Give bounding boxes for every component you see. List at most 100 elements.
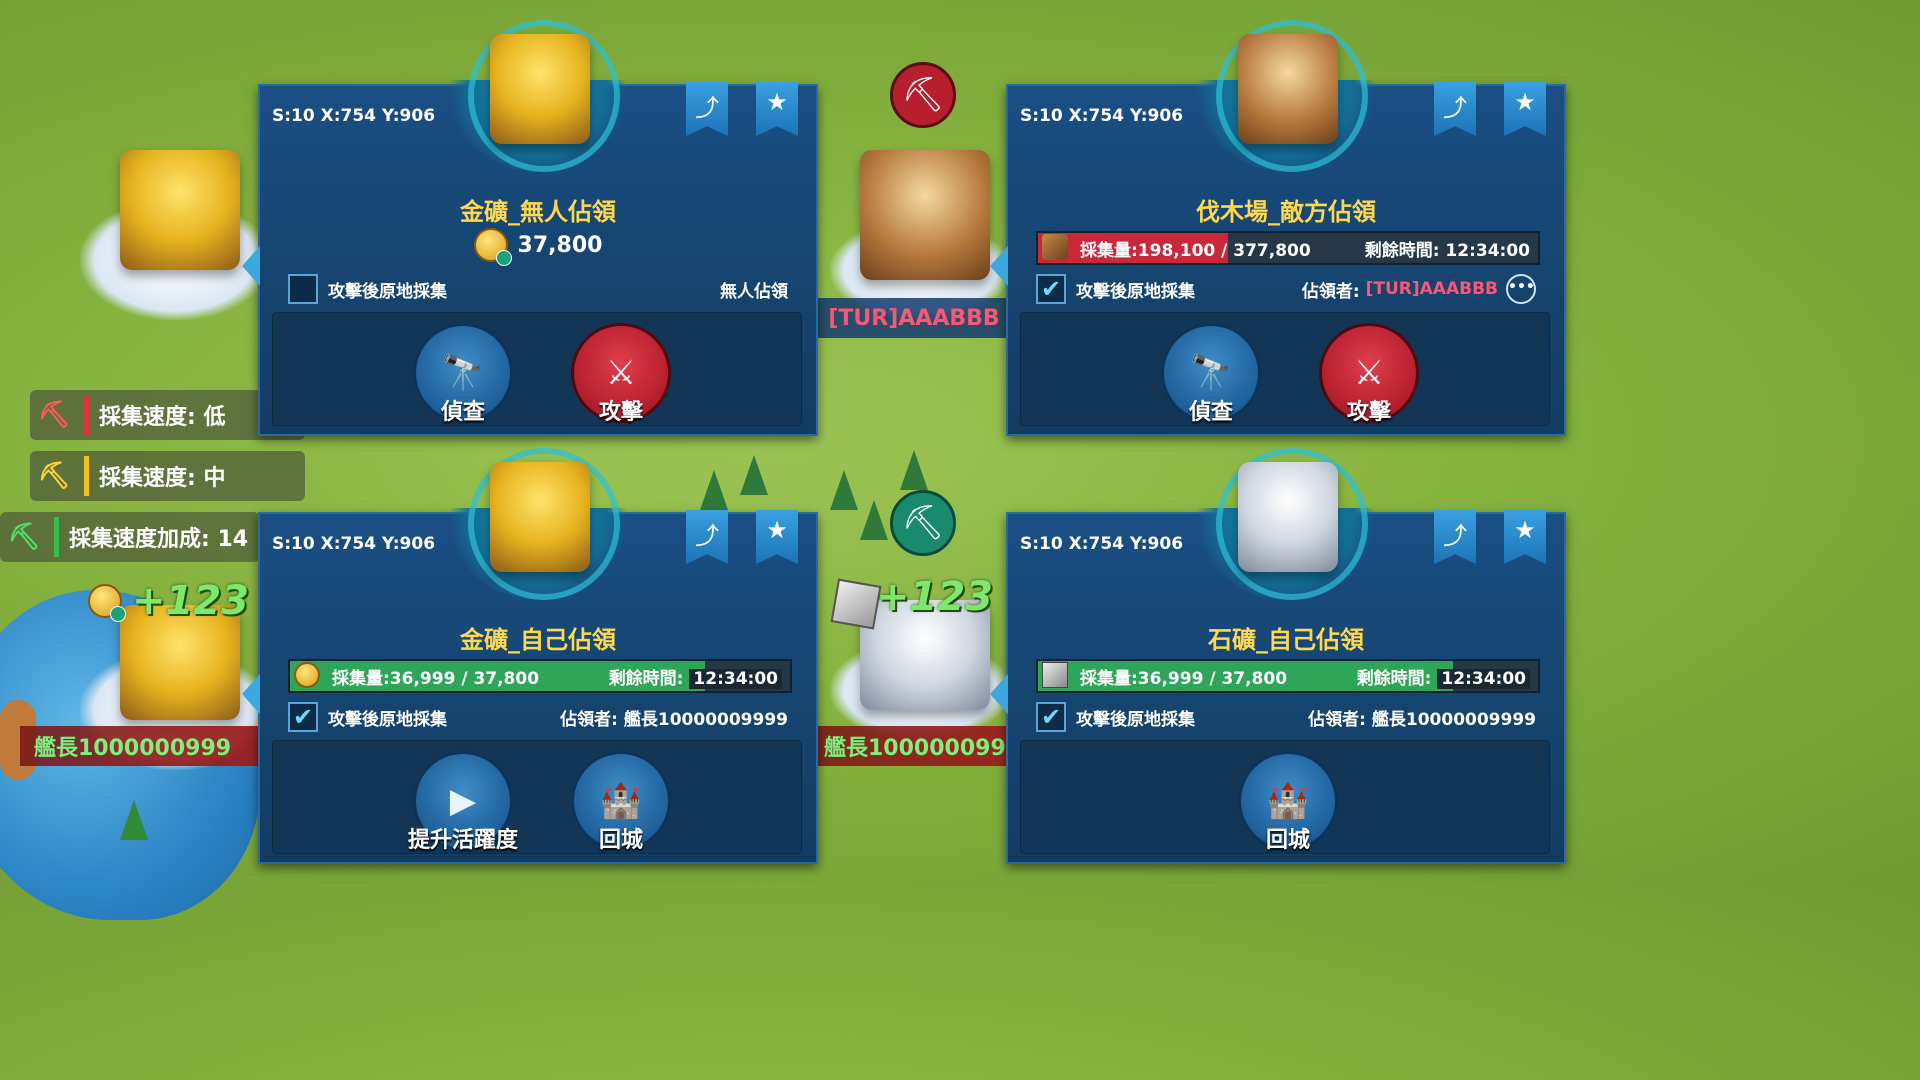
- share-button[interactable]: ⤴: [686, 510, 728, 564]
- speed-tag-label: 採集速度: 中: [99, 466, 226, 491]
- action-bar: ▶ 提升活躍度 🏰 回城: [272, 740, 802, 854]
- star-icon: ★: [766, 516, 788, 544]
- speed-tag-bonus: ⛏ 採集速度加成: 14: [0, 512, 260, 562]
- occupier-info: 佔領者: [TUR]AAABBB •••: [1302, 274, 1536, 304]
- player-name-banner[interactable]: 艦長1000000999: [814, 726, 1024, 766]
- pickaxe-up-icon: ⛏: [7, 522, 41, 552]
- occupier-label: 佔領者:: [560, 709, 618, 730]
- more-options-icon[interactable]: •••: [1506, 274, 1536, 304]
- resource-amount: 37,800: [517, 232, 603, 258]
- button-label: 攻擊: [598, 400, 643, 425]
- action-bar: 🏰 回城: [1020, 740, 1550, 854]
- star-icon: ★: [1514, 88, 1536, 116]
- remaining-time: 剩餘時間: 12:34:00: [609, 664, 782, 689]
- coordinates[interactable]: S:10 X:754 Y:906: [272, 534, 435, 554]
- bookmark-button[interactable]: ★: [756, 510, 798, 564]
- occupier-name[interactable]: 艦長10000009999: [624, 705, 788, 730]
- player-name-banner[interactable]: 艦長1000000999: [20, 726, 274, 766]
- occupier-info: 佔領者: 艦長10000009999: [1308, 705, 1536, 730]
- star-icon: ★: [766, 88, 788, 116]
- pickaxe-green-icon[interactable]: ⛏: [890, 490, 956, 556]
- gain-indicator: +123: [88, 578, 249, 624]
- return-city-button[interactable]: 🏰 回城: [1238, 751, 1338, 853]
- scout-button[interactable]: 🔭 偵查: [413, 323, 513, 425]
- remaining-time: 剩餘時間: 12:34:00: [1357, 664, 1530, 689]
- boost-activity-button[interactable]: ▶ 提升活躍度: [408, 751, 518, 853]
- occupier-label: 佔領者:: [1301, 281, 1360, 302]
- gold-coin-icon: [473, 228, 512, 266]
- bookmark-button[interactable]: ★: [756, 82, 798, 136]
- remaining-label: 剩餘時間:: [1356, 668, 1432, 689]
- scout-button[interactable]: 🔭 偵查: [1161, 323, 1261, 425]
- tile-title: 石礦_自己佔領: [1208, 626, 1364, 654]
- gather-after-attack-checkbox[interactable]: ✔: [288, 702, 318, 732]
- checkbox-label: 攻擊後原地採集: [1076, 709, 1195, 730]
- checkbox-label: 攻擊後原地採集: [328, 709, 447, 730]
- share-icon: ⤴: [1443, 94, 1467, 122]
- tree-icon: [830, 470, 858, 510]
- panel-pointer: [242, 246, 260, 286]
- speed-tag-medium: ⛏ 採集速度: 中: [30, 451, 305, 501]
- coordinates[interactable]: S:10 X:754 Y:906: [272, 106, 435, 126]
- gold-mine-icon: [490, 462, 590, 572]
- button-label: 攻擊: [1346, 400, 1391, 425]
- gather-progress-bar: 採集量:198,100 / 377,800 剩餘時間: 12:34:00: [1036, 231, 1540, 265]
- coordinates[interactable]: S:10 X:754 Y:906: [1020, 534, 1183, 554]
- resource-amount-row: 37,800: [260, 228, 816, 266]
- tile-info-panel: S:10 X:754 Y:906 ⤴ ★ 金礦_自己佔領 採集量:36,999 …: [242, 448, 818, 864]
- gather-after-attack-checkbox[interactable]: [288, 274, 318, 304]
- occupation-status: 無人佔領: [720, 281, 788, 302]
- gather-after-attack-checkbox[interactable]: ✔: [1036, 702, 1066, 732]
- speed-tag-label: 採集速度加成: 14: [69, 527, 249, 552]
- gather-after-attack-checkbox[interactable]: ✔: [1036, 274, 1066, 304]
- bookmark-button[interactable]: ★: [1504, 82, 1546, 136]
- gold-mine-building[interactable]: [120, 150, 240, 270]
- stone-mine-icon: [1238, 462, 1338, 572]
- tile-info-panel: S:10 X:754 Y:906 ⤴ ★ 石礦_自己佔領 採集量:36,999 …: [990, 448, 1566, 864]
- crossed-swords-icon: ⚔: [605, 353, 637, 393]
- pickaxe-red-icon[interactable]: ⛏: [890, 62, 956, 128]
- palm-tree-icon: [120, 800, 148, 840]
- gain-amount: +123: [876, 574, 994, 620]
- tree-icon: [740, 455, 768, 495]
- star-icon: ★: [1514, 516, 1536, 544]
- return-city-button[interactable]: 🏰 回城: [571, 751, 671, 853]
- gold-coin-icon: [294, 662, 320, 688]
- gather-progress-bar: 採集量:36,999 / 37,800 剩餘時間: 12:34:00: [288, 659, 792, 693]
- occupier-name[interactable]: [TUR]AAABBB: [1366, 279, 1498, 299]
- panel-pointer: [990, 674, 1008, 714]
- crossed-swords-icon: ⚔: [1353, 353, 1385, 393]
- attack-button[interactable]: ⚔ 攻擊: [1319, 323, 1419, 425]
- occupier-info: 佔領者: 艦長10000009999: [560, 705, 788, 730]
- gather-after-attack-row: ✔ 攻擊後原地採集 佔領者: 艦長10000009999: [1036, 702, 1536, 732]
- gain-indicator: +123: [876, 574, 993, 620]
- video-play-icon: ▶: [449, 781, 477, 821]
- button-label: 提升活躍度: [408, 828, 519, 853]
- gather-after-attack-row: ✔ 攻擊後原地採集 佔領者: [TUR]AAABBB •••: [1036, 274, 1536, 304]
- binoculars-icon: 🔭: [441, 353, 485, 393]
- wood-log-icon: [1042, 234, 1068, 260]
- speed-tag-label: 採集速度: 低: [99, 405, 226, 430]
- enemy-name-banner[interactable]: [TUR]AAABBB: [814, 298, 1014, 338]
- bookmark-button[interactable]: ★: [1504, 510, 1546, 564]
- remaining-value: 12:34:00: [689, 668, 782, 689]
- tile-info-panel: S:10 X:754 Y:906 ⤴ ★ 金礦_無人佔領 37,800 攻擊後原…: [242, 20, 818, 436]
- pickaxe-up-icon: ⛏: [37, 400, 71, 430]
- enemy-name: [TUR]AAABBB: [828, 305, 1000, 331]
- pickaxe-up-icon: ⛏: [37, 461, 71, 491]
- share-button[interactable]: ⤴: [1434, 510, 1476, 564]
- occupier-name[interactable]: 艦長10000009999: [1372, 705, 1536, 730]
- action-bar: 🔭 偵查 ⚔ 攻擊: [272, 312, 802, 426]
- panel-pointer: [242, 674, 260, 714]
- share-button[interactable]: ⤴: [686, 82, 728, 136]
- gather-amount: 採集量:36,999 / 37,800: [1080, 668, 1288, 689]
- lumber-mill-building[interactable]: [860, 150, 990, 280]
- checkbox-label: 攻擊後原地採集: [328, 281, 447, 302]
- gather-progress-bar: 採集量:36,999 / 37,800 剩餘時間: 12:34:00: [1036, 659, 1540, 693]
- coordinates[interactable]: S:10 X:754 Y:906: [1020, 106, 1183, 126]
- gather-after-attack-row: ✔ 攻擊後原地採集 佔領者: 艦長10000009999: [288, 702, 788, 732]
- share-button[interactable]: ⤴: [1434, 82, 1476, 136]
- remaining-time: 剩餘時間: 12:34:00: [1364, 240, 1530, 261]
- player-name: 艦長1000000999: [34, 736, 232, 761]
- attack-button[interactable]: ⚔ 攻擊: [571, 323, 671, 425]
